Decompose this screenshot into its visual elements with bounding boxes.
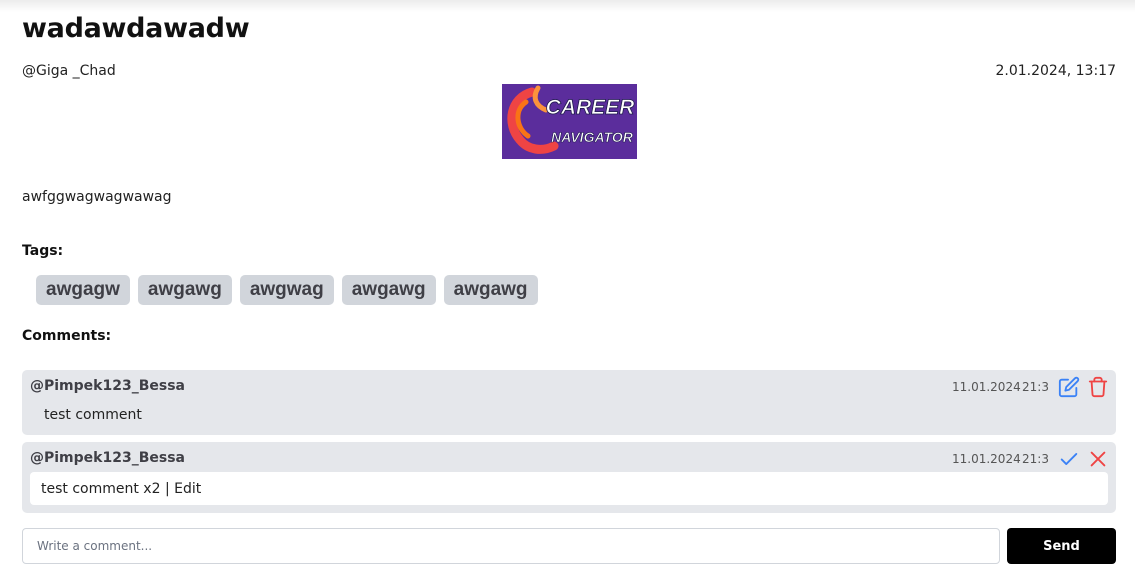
post-date-time: 13:17 xyxy=(1075,63,1116,79)
comment-time: 21:3 xyxy=(1022,380,1049,394)
comment-edit-input[interactable] xyxy=(30,472,1108,505)
comment-author[interactable]: @Pimpek123_Bessa xyxy=(30,450,185,466)
send-button[interactable]: Send xyxy=(1007,528,1116,564)
post-title: wadawdawadw xyxy=(22,13,250,44)
tag-item[interactable]: awgawg xyxy=(443,275,538,305)
tag-item[interactable]: awgagw xyxy=(36,275,130,305)
post-author[interactable]: @Giga _Chad xyxy=(22,63,116,79)
comment-date: 11.01.2024 xyxy=(952,452,1021,466)
comment-card: @Pimpek123_Bessa 11.01.2024 21:3 test co… xyxy=(22,370,1116,435)
comment-time: 21:3 xyxy=(1022,452,1049,466)
comment-author[interactable]: @Pimpek123_Bessa xyxy=(30,378,185,394)
check-icon[interactable] xyxy=(1058,448,1080,470)
comment-input[interactable] xyxy=(22,528,1000,564)
comment-card-editing: @Pimpek123_Bessa 11.01.2024 21:3 xyxy=(22,442,1116,513)
post-date-day: 2.01.2024, xyxy=(995,63,1072,79)
comment-date: 11.01.2024 xyxy=(952,380,1021,394)
trash-icon[interactable] xyxy=(1087,376,1109,398)
tag-list: awgagw awgawg awgwag awgawg awgawg xyxy=(36,275,538,305)
tag-item[interactable]: awgwag xyxy=(239,275,334,305)
tags-heading: Tags: xyxy=(22,243,64,259)
comments-heading: Comments: xyxy=(22,328,112,344)
career-navigator-logo: CAREER NAVIGATOR xyxy=(502,84,637,159)
post-image: CAREER NAVIGATOR xyxy=(502,84,637,159)
logo-line1: CAREER xyxy=(546,96,636,119)
edit-icon[interactable] xyxy=(1058,376,1080,398)
tag-item[interactable]: awgawg xyxy=(341,275,436,305)
close-icon[interactable] xyxy=(1087,448,1109,470)
logo-line2: NAVIGATOR xyxy=(551,129,634,145)
post-date: 2.01.2024, 13:17 xyxy=(995,63,1116,79)
tag-item[interactable]: awgawg xyxy=(137,275,232,305)
top-shadow xyxy=(0,0,1135,12)
comment-text: test comment xyxy=(44,407,142,423)
post-body: awfggwagwagwawag xyxy=(22,189,172,205)
